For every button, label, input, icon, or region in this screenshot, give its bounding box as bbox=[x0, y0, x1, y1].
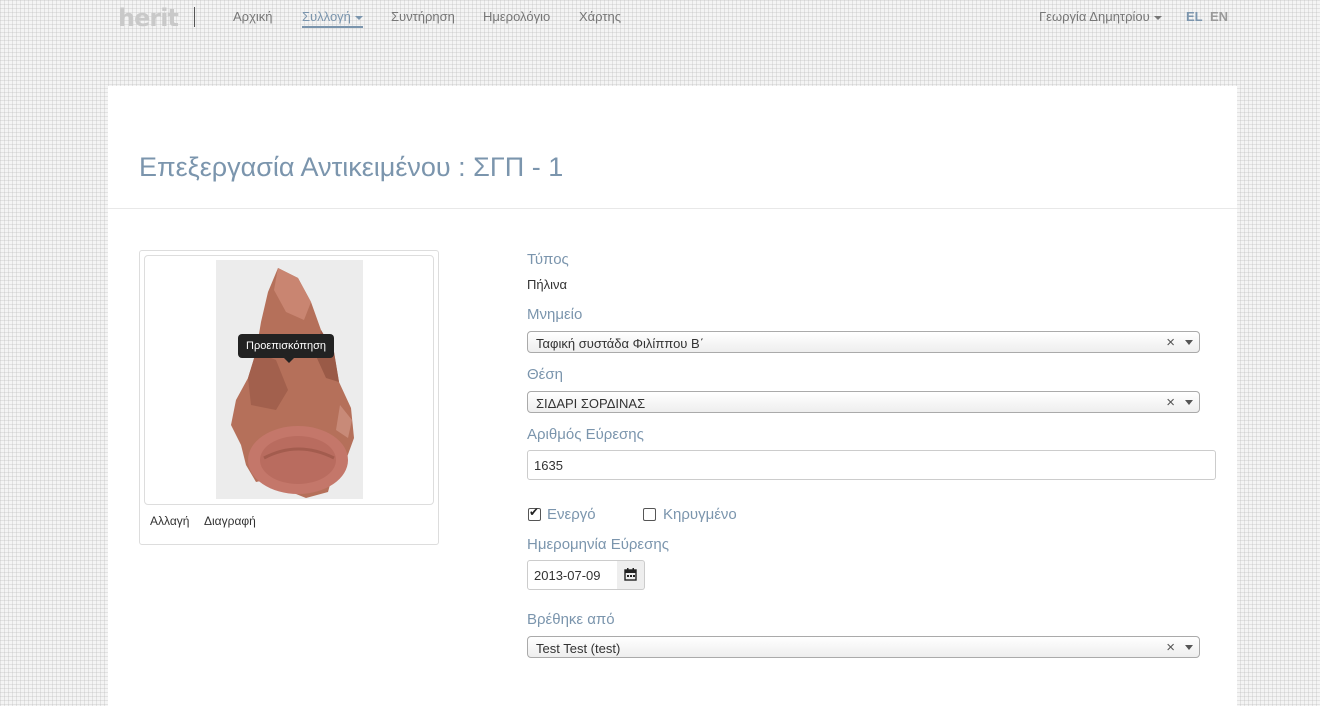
preview-tooltip: Προεπισκόπηση bbox=[238, 334, 334, 363]
found-by-label: Βρέθηκε από bbox=[527, 611, 615, 628]
nav-item-calendar[interactable]: Ημερολόγιο bbox=[483, 9, 550, 24]
type-value: Πήλινα bbox=[527, 277, 568, 292]
found-by-select[interactable]: Test Test (test) × bbox=[527, 636, 1200, 658]
image-card: Προεπισκόπηση Αλλαγή Διαγραφή bbox=[139, 250, 439, 545]
monument-select-value: Ταφική συστάδα Φιλίππου Β΄ bbox=[536, 336, 705, 351]
clear-icon[interactable]: × bbox=[1166, 334, 1175, 351]
nav-item-conservation[interactable]: Συντήρηση bbox=[391, 9, 455, 24]
chevron-down-icon bbox=[1153, 15, 1162, 20]
clear-icon[interactable]: × bbox=[1166, 639, 1175, 656]
clear-icon[interactable]: × bbox=[1166, 394, 1175, 411]
artifact-image[interactable] bbox=[216, 260, 363, 499]
edit-panel: Επεξεργασία Αντικειμένου : ΣΓΠ - 1 Προεπ… bbox=[108, 86, 1237, 706]
user-menu[interactable]: Γεωργία Δημητρίου bbox=[1039, 9, 1162, 24]
monument-select[interactable]: Ταφική συστάδα Φιλίππου Β΄ × bbox=[527, 331, 1200, 353]
chevron-down-icon bbox=[354, 15, 363, 20]
active-label: Ενεργό bbox=[547, 506, 596, 523]
position-label: Θέση bbox=[527, 366, 563, 383]
find-number-label: Αριθμός Εύρεσης bbox=[527, 426, 644, 443]
calendar-icon bbox=[624, 568, 637, 581]
logo-divider bbox=[194, 7, 195, 27]
type-label: Τύπος bbox=[527, 251, 569, 268]
active-checkbox[interactable] bbox=[528, 505, 541, 521]
declared-label: Κηρυγμένο bbox=[663, 506, 737, 523]
nav-item-collection[interactable]: Συλλογή bbox=[302, 9, 363, 28]
page-title: Επεξεργασία Αντικειμένου : ΣΓΠ - 1 bbox=[139, 152, 564, 182]
user-name: Γεωργία Δημητρίου bbox=[1039, 9, 1150, 24]
panel-header: Επεξεργασία Αντικειμένου : ΣΓΠ - 1 bbox=[108, 86, 1237, 209]
find-number-input[interactable] bbox=[527, 450, 1216, 480]
lang-en[interactable]: EN bbox=[1210, 9, 1228, 24]
lang-el[interactable]: EL bbox=[1186, 9, 1203, 24]
delete-image-link[interactable]: Διαγραφή bbox=[204, 514, 256, 528]
position-select-value: ΣΙΔΑΡΙ ΣΟΡΔΙΝΑΣ bbox=[536, 396, 646, 411]
find-date-label: Ημερομηνία Εύρεσης bbox=[527, 536, 669, 553]
image-thumbnail[interactable]: Προεπισκόπηση bbox=[144, 255, 434, 505]
nav-item-map[interactable]: Χάρτης bbox=[579, 9, 621, 24]
found-by-select-value: Test Test (test) bbox=[536, 641, 621, 656]
nav-item-home[interactable]: Αρχική bbox=[233, 9, 273, 24]
monument-label: Μνημείο bbox=[527, 306, 583, 323]
position-select[interactable]: ΣΙΔΑΡΙ ΣΟΡΔΙΝΑΣ × bbox=[527, 391, 1200, 413]
chevron-down-icon[interactable] bbox=[1185, 400, 1193, 405]
find-date-input[interactable] bbox=[527, 560, 618, 590]
herit-logo[interactable]: herit bbox=[118, 4, 179, 32]
change-image-link[interactable]: Αλλαγή bbox=[150, 514, 189, 528]
nav-item-collection-label: Συλλογή bbox=[302, 9, 351, 24]
calendar-button[interactable] bbox=[617, 560, 645, 590]
chevron-down-icon[interactable] bbox=[1185, 340, 1193, 345]
chevron-down-icon[interactable] bbox=[1185, 645, 1193, 650]
declared-checkbox[interactable] bbox=[643, 508, 656, 521]
top-navbar: herit Αρχική Συλλογή Συντήρηση Ημερολόγι… bbox=[0, 0, 1320, 34]
